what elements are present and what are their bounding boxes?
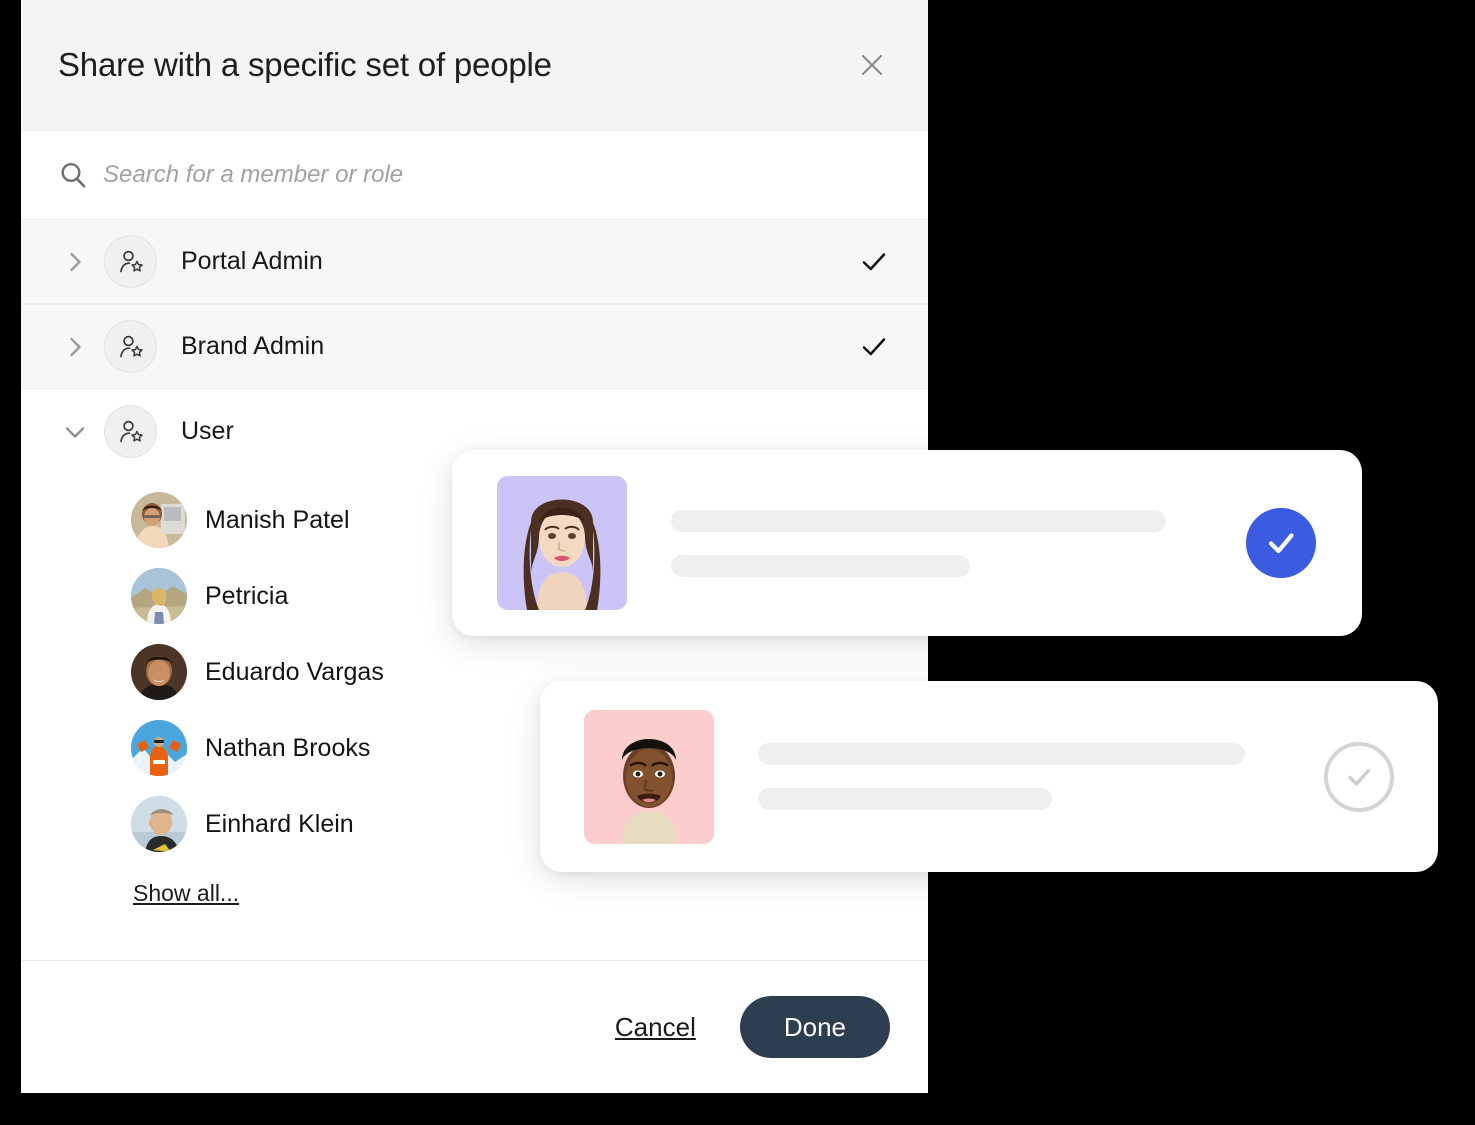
search-input[interactable]: [103, 161, 891, 189]
show-all-link[interactable]: Show all...: [133, 880, 239, 907]
skeleton-text-group: [627, 509, 1246, 577]
floating-card-unselected[interactable]: [540, 681, 1438, 872]
photo-avatar-nathan: [131, 720, 187, 776]
skeleton-line-primary: [758, 743, 1245, 765]
page-title: Share with a specific set of people: [58, 46, 552, 83]
person-star-icon: [104, 235, 157, 288]
photo-avatar-manish: [131, 492, 187, 548]
sidebar-item-label: User: [181, 417, 234, 445]
dialog-header: Share with a specific set of people: [21, 0, 928, 131]
role-check-placeholder: [857, 415, 891, 449]
search-icon: [61, 162, 86, 188]
dialog-footer: Cancel Done: [21, 960, 928, 1093]
checkmark-icon[interactable]: [857, 330, 891, 364]
cancel-button[interactable]: Cancel: [615, 1012, 696, 1043]
skeleton-line-secondary: [758, 788, 1053, 810]
skeleton-line-primary: [671, 509, 1166, 532]
sidebar-item-label: Brand Admin: [181, 332, 325, 360]
sidebar-item-brand-admin[interactable]: Brand Admin: [21, 304, 928, 389]
sidebar-item-portal-admin[interactable]: Portal Admin: [21, 219, 928, 304]
skeleton-line-secondary: [671, 554, 970, 577]
man-portrait-photo: [584, 709, 714, 844]
sidebar-item-label: Portal Admin: [181, 247, 323, 275]
skeleton-text-group: [714, 743, 1324, 810]
list-item-label: Eduardo Vargas: [205, 657, 384, 686]
chevron-right-icon[interactable]: [58, 245, 92, 279]
checkmark-icon[interactable]: [857, 245, 891, 279]
photo-avatar-einhard: [131, 796, 187, 852]
check-circle-filled-icon[interactable]: [1246, 508, 1316, 578]
chevron-right-icon[interactable]: [58, 330, 92, 364]
chevron-down-icon[interactable]: [58, 415, 92, 449]
done-button[interactable]: Done: [739, 996, 890, 1058]
list-item-label: Einhard Klein: [205, 809, 354, 838]
search-bar[interactable]: [21, 131, 928, 219]
woman-portrait-photo: [497, 476, 627, 610]
floating-card-selected[interactable]: [452, 450, 1362, 636]
list-item-label: Nathan Brooks: [205, 733, 371, 762]
close-icon[interactable]: [850, 43, 894, 87]
photo-avatar-eduardo: [131, 644, 187, 700]
list-item-label: Petricia: [205, 581, 289, 610]
person-star-icon: [104, 405, 157, 458]
person-star-icon: [104, 320, 157, 373]
check-circle-outline-icon[interactable]: [1324, 741, 1394, 812]
photo-avatar-petricia: [131, 568, 187, 624]
list-item-label: Manish Patel: [205, 505, 350, 534]
